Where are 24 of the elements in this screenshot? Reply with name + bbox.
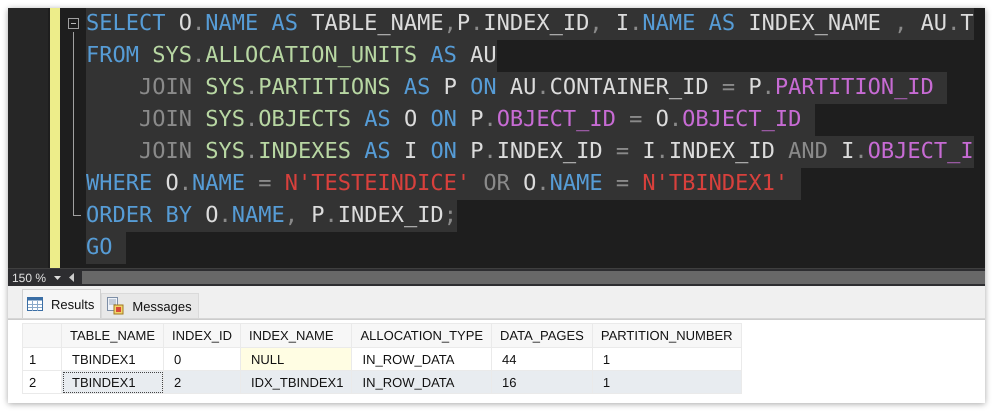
column-header[interactable]: DATA_PAGES: [492, 324, 592, 348]
table-cell: 16: [492, 370, 592, 394]
document-icon: [106, 297, 124, 315]
scroll-left-icon[interactable]: [69, 273, 74, 282]
caret-icon[interactable]: [54, 276, 62, 280]
row-number[interactable]: 2: [22, 370, 62, 394]
column-header[interactable]: TABLE_NAME: [62, 324, 164, 348]
table-cell: 1: [592, 370, 742, 394]
column-header[interactable]: PARTITION_NUMBER: [592, 324, 742, 348]
column-header[interactable]: INDEX_NAME: [240, 324, 352, 348]
table-cell: TBINDEX1: [62, 370, 164, 394]
collapse-icon[interactable]: [68, 18, 79, 29]
table-cell: IDX_TBINDEX1: [240, 370, 352, 394]
tab[interactable]: Messages: [101, 293, 199, 318]
table-cell: IN_ROW_DATA: [352, 370, 492, 394]
grid-icon: [27, 297, 43, 311]
table-cell: NULL: [240, 348, 352, 370]
column-header[interactable]: INDEX_ID: [164, 324, 240, 348]
horizontal-scrollbar[interactable]: [82, 271, 985, 284]
table-cell: 2: [164, 370, 240, 394]
column-header[interactable]: ALLOCATION_TYPE: [352, 324, 492, 348]
tab[interactable]: Results: [22, 289, 102, 318]
zoom-level[interactable]: 150 %: [12, 270, 46, 284]
row-number[interactable]: 1: [22, 348, 62, 370]
